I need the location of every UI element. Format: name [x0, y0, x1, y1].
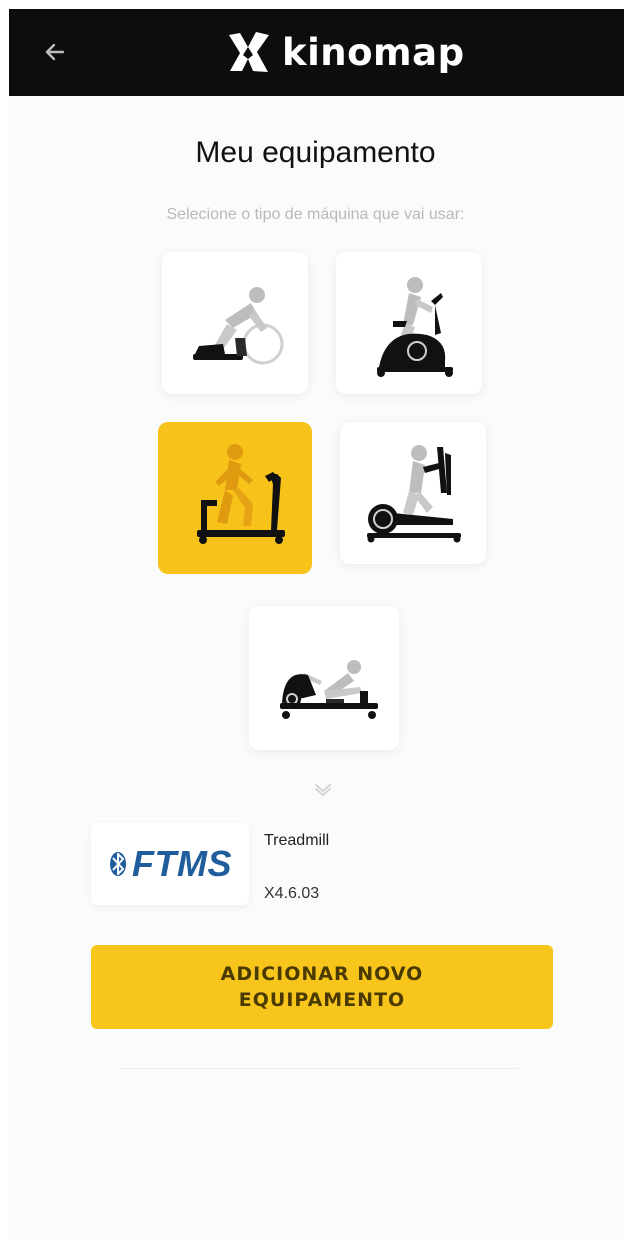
ftms-label: FTMS	[132, 843, 232, 884]
bluetooth-icon	[110, 852, 126, 876]
right-margin	[624, 0, 631, 1239]
app-header: kinomap	[9, 9, 624, 96]
app-screen: kinomap Meu equipamento Selecione o tipo…	[0, 0, 631, 1239]
rower-icon	[280, 660, 378, 719]
bike-trainer-icon	[193, 287, 284, 365]
divider	[118, 1068, 518, 1069]
machine-tile-bike-trainer[interactable]	[162, 252, 308, 394]
kinomap-logo: kinomap	[226, 27, 465, 77]
machine-tile-rower[interactable]	[249, 606, 399, 750]
chevron-down-icon	[315, 784, 331, 796]
machine-tile-elliptical[interactable]	[340, 422, 486, 564]
page-title: Meu equipamento	[195, 136, 436, 169]
device-logo[interactable]: FTMS	[91, 823, 249, 905]
add-equipment-button[interactable]: ADICIONAR NOVO EQUIPAMENTO	[91, 945, 553, 1029]
expand-chevron[interactable]	[311, 780, 335, 800]
elliptical-icon	[367, 445, 461, 543]
arrow-left-icon	[45, 43, 65, 61]
brand-name: kinomap	[282, 30, 465, 74]
kinomap-mark-icon	[229, 32, 269, 72]
back-button[interactable]	[34, 31, 76, 73]
device-type: Treadmill	[264, 832, 330, 849]
machine-tile-treadmill[interactable]	[158, 422, 312, 574]
exercise-bike-icon	[377, 277, 453, 377]
add-equipment-label: ADICIONAR NOVO EQUIPAMENTO	[220, 963, 424, 1011]
left-margin	[0, 0, 9, 1239]
top-margin	[0, 0, 631, 9]
device-id: X4.6.03	[264, 885, 320, 902]
treadmill-icon	[197, 444, 285, 544]
machine-tile-exercise-bike[interactable]	[336, 252, 482, 394]
page-subtitle: Selecione o tipo de máquina que vai usar…	[166, 206, 465, 223]
